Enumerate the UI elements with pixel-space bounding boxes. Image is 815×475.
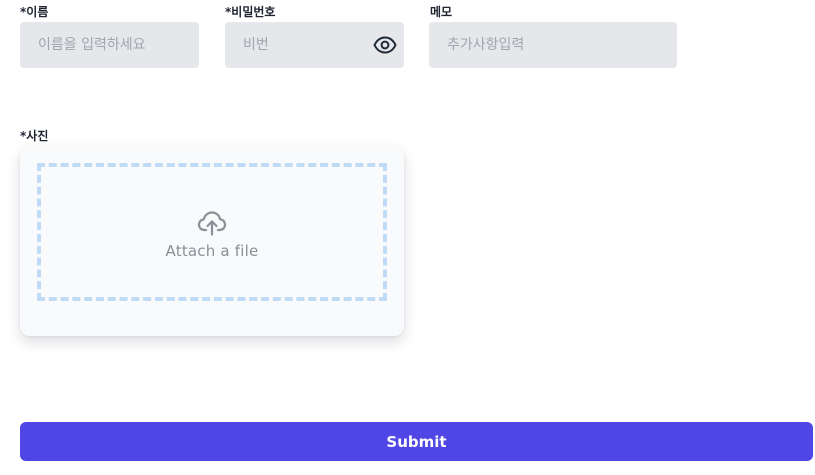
attach-file-text: Attach a file [165, 241, 259, 260]
name-label: *이름 [20, 5, 49, 19]
photo-label: *사진 [20, 129, 49, 143]
cloud-upload-icon [197, 210, 227, 236]
memo-label: 메모 [430, 5, 453, 19]
photo-upload-card: Attach a file [20, 146, 404, 336]
name-input[interactable] [20, 22, 199, 68]
name-field-container [20, 22, 199, 68]
submit-button[interactable]: Submit [20, 422, 813, 461]
password-label: *비밀번호 [225, 5, 276, 19]
memo-input[interactable] [429, 22, 677, 68]
password-field-container [225, 22, 404, 68]
memo-field-container [429, 22, 677, 68]
file-dropzone[interactable]: Attach a file [37, 163, 387, 301]
eye-icon [373, 36, 397, 54]
show-password-toggle[interactable] [372, 32, 398, 58]
